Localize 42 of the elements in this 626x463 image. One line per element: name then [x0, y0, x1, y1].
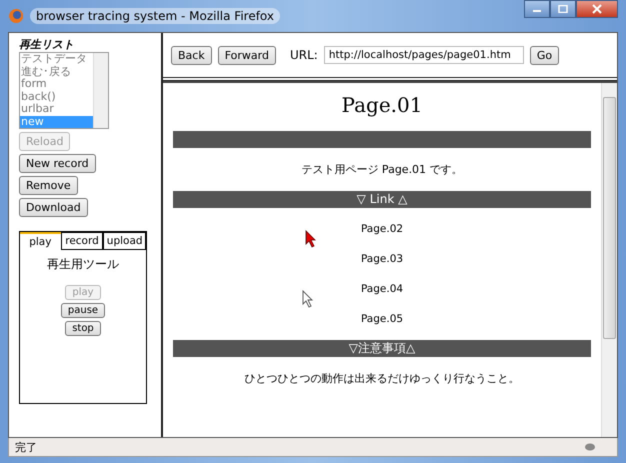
tab[interactable]: record [60, 232, 104, 250]
page-link[interactable]: Page.05 [360, 312, 404, 326]
page-link[interactable]: Page.03 [360, 252, 404, 266]
url-label: URL: [290, 48, 318, 62]
maximize-button[interactable] [550, 0, 576, 18]
page-title: Page.01 [340, 93, 424, 117]
page-link[interactable]: Page.04 [360, 282, 404, 296]
scrollbar[interactable] [601, 83, 617, 437]
close-icon [592, 4, 602, 14]
playlist-item[interactable]: 進む･戻る [20, 66, 93, 78]
forward-button[interactable]: Forward [218, 46, 276, 64]
close-button[interactable] [576, 0, 618, 18]
pointer-icon [305, 230, 317, 248]
playlist-item[interactable]: urlbar [20, 103, 93, 116]
window-title: browser tracing system - Mozilla Firefox [30, 8, 280, 24]
note-text: ひとつひとつの動作は出来るだけゆっくり行なうこと。 [244, 371, 520, 386]
browser-logo-icon [8, 8, 24, 24]
playlist-title: 再生リスト [19, 37, 75, 52]
minimize-button[interactable] [524, 0, 550, 18]
playlist-item[interactable]: back() [20, 90, 93, 103]
player-button[interactable]: pause [60, 303, 106, 318]
maximize-icon [558, 5, 568, 13]
player-button[interactable]: stop [65, 321, 101, 336]
page-link[interactable]: Page.02 [360, 222, 404, 236]
pointer-icon [302, 290, 314, 308]
playlist-listbox[interactable]: テストデータ 進む･戻る form back() urlbar new [19, 52, 109, 129]
playlist-item[interactable]: テストデータ [20, 53, 93, 66]
back-button[interactable]: Back [171, 46, 212, 64]
sidebar-button[interactable]: Download [19, 198, 88, 217]
sidebar-button[interactable]: New record [19, 154, 96, 173]
playlist-item[interactable]: form [20, 78, 93, 90]
intro-text: テスト用ページ Page.01 です。 [300, 162, 464, 177]
status-text: 完了 [15, 440, 37, 454]
go-button[interactable]: Go [530, 46, 560, 64]
url-field[interactable]: http://localhost/pages/page01.htm [324, 46, 524, 64]
tab[interactable]: upload [103, 232, 146, 250]
tab[interactable]: play [20, 232, 61, 250]
section-heading: ▽ Link △ [173, 191, 591, 208]
tab-heading: 再生用ツール [46, 256, 120, 273]
scrollbar[interactable] [93, 53, 108, 128]
section-heading: ▽注意事項△ [173, 340, 591, 357]
sidebar-button[interactable]: Remove [19, 176, 78, 195]
